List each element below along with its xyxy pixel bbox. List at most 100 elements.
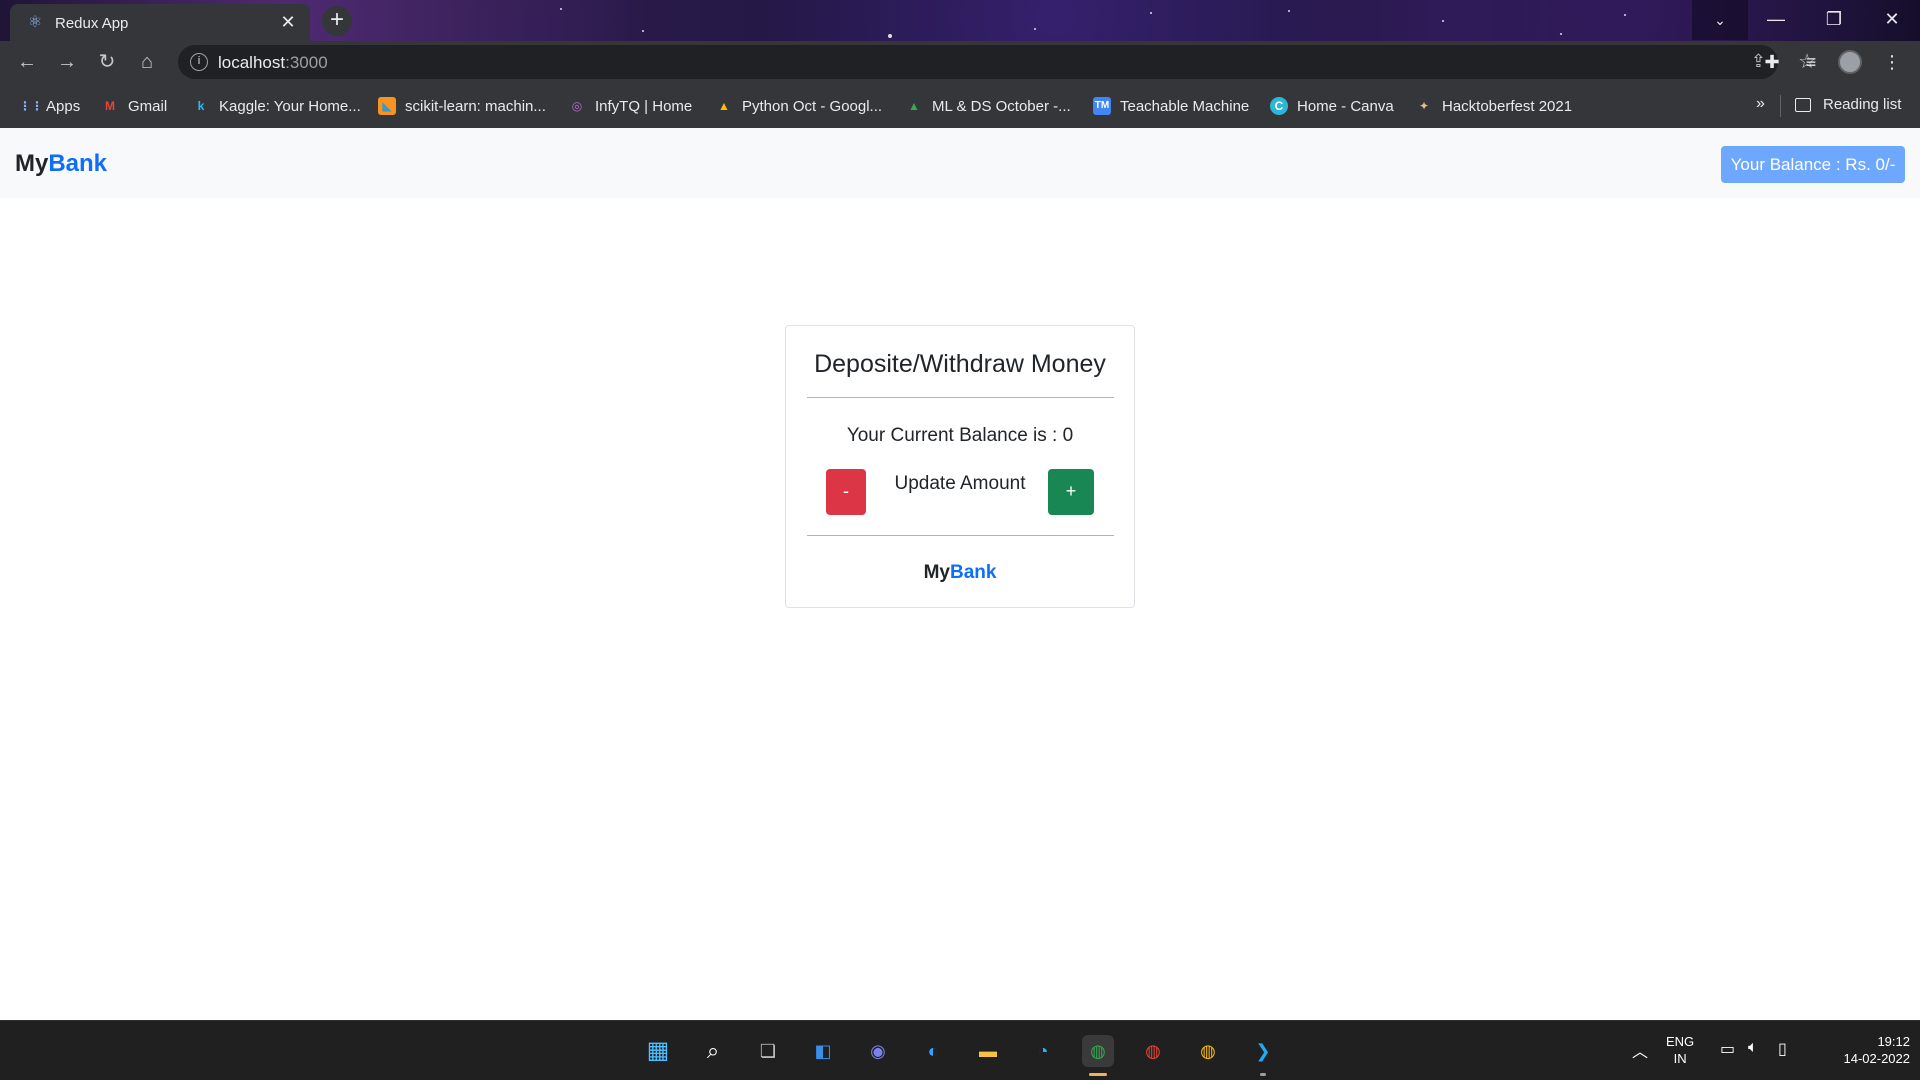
update-amount-label: Update Amount [894, 473, 1026, 494]
bookmark-label: InfyTQ | Home [595, 97, 693, 115]
teachable-machine-icon: TM [1093, 97, 1111, 115]
browser-tab-strip: ⚛ Redux App ✕ + ⌄ — ❐ ✕ [0, 0, 1920, 41]
app-icon[interactable]: ◐ [917, 1035, 949, 1067]
google-drive-icon: ▲ [908, 99, 920, 113]
gmail-icon: M [105, 99, 115, 113]
battery-icon[interactable]: ▯ [1778, 1039, 1787, 1059]
background-star [1442, 20, 1444, 22]
bookmark-label: Python Oct - Googl... [742, 97, 883, 115]
widgets-icon[interactable]: ◧ [807, 1035, 839, 1067]
chat-icon[interactable]: ◉ [862, 1035, 894, 1067]
bookmark-label: ML & DS October -... [932, 97, 1071, 115]
back-button[interactable]: ← [14, 49, 40, 75]
profile-avatar-icon[interactable] [1838, 50, 1862, 74]
bookmark-label: scikit-learn: machin... [405, 97, 546, 115]
card-title: Deposite/Withdraw Money [814, 350, 1106, 378]
active-app-indicator [1089, 1073, 1107, 1076]
browser-tab-active[interactable]: ⚛ Redux App ✕ [10, 4, 310, 41]
windows-taskbar: ▦ ⌕ ❏ ◧ ◉ ◐ ▬ ◔ ◍ ◍ ◍ ❯ ︿ ENG IN ▭ 🔈︎ ▯ 1… [0, 1020, 1920, 1080]
withdraw-button[interactable]: - [826, 469, 866, 515]
extensions-puzzle-icon[interactable]: ✚ [1760, 50, 1784, 74]
browser-toolbar: ← → ↻ ⌂ i localhost:3000 ⇪ ☆ ✚ ≡ ⋮ [0, 41, 1920, 83]
deposit-button[interactable]: + [1048, 469, 1094, 515]
bookmarks-bar: ⋮⋮ Apps M Gmail k Kaggle: Your Home... ◣… [0, 83, 1920, 128]
bookmark-label: Home - Canva [1297, 97, 1394, 115]
bookmarks-overflow-button[interactable]: » [1756, 95, 1765, 113]
media-queue-icon[interactable]: ≡ [1799, 50, 1823, 74]
bookmark-label: Kaggle: Your Home... [219, 97, 361, 115]
bookmark-scikit-learn[interactable]: ◣ scikit-learn: machin... [378, 96, 546, 116]
app-navbar: MyBank Your Balance : Rs. 0/- [0, 128, 1920, 198]
bookmark-infytq[interactable]: ◎ InfyTQ | Home [568, 96, 693, 116]
url-text[interactable]: localhost:3000 [218, 53, 328, 73]
bookmark-label: Gmail [128, 97, 168, 115]
background-star [1288, 10, 1290, 12]
background-star [888, 34, 892, 38]
background-star [1034, 28, 1036, 30]
tab-search-button[interactable]: ⌄ [1692, 0, 1748, 40]
card-divider [807, 535, 1114, 536]
react-icon: ⚛ [27, 14, 43, 31]
bookmark-teachable-machine[interactable]: TM Teachable Machine [1093, 96, 1249, 116]
background-star [1560, 33, 1562, 35]
infytq-icon: ◎ [571, 99, 583, 113]
reload-button[interactable]: ↻ [94, 49, 120, 75]
reading-list-label: Reading list [1823, 96, 1902, 113]
bookmark-label: Hacktoberfest 2021 [1442, 97, 1573, 115]
chrome-profile-icon[interactable]: ◍ [1137, 1035, 1169, 1067]
system-clock[interactable]: 19:12 14-02-2022 [1810, 1033, 1911, 1067]
bookmark-python-oct[interactable]: ▲ Python Oct - Googl... [715, 96, 882, 116]
language-indicator[interactable]: ENG IN [1666, 1033, 1694, 1067]
volume-icon[interactable]: 🔈︎ [1748, 1039, 1758, 1057]
restore-button[interactable]: ❐ [1806, 0, 1862, 40]
site-info-icon[interactable]: i [190, 53, 208, 71]
task-view-icon[interactable]: ❏ [752, 1035, 784, 1067]
vscode-icon[interactable]: ❯ [1247, 1035, 1279, 1067]
bookmarks-divider [1780, 95, 1781, 117]
bookmark-kaggle[interactable]: k Kaggle: Your Home... [192, 96, 361, 116]
bookmark-label: Apps [46, 97, 81, 115]
bookmark-ml-ds-october[interactable]: ▲ ML & DS October -... [905, 96, 1071, 116]
bookmark-canva[interactable]: C Home - Canva [1270, 96, 1394, 116]
google-drive-icon: ▲ [718, 99, 730, 113]
close-tab-icon[interactable]: ✕ [278, 12, 298, 32]
home-button[interactable]: ⌂ [134, 49, 160, 75]
more-menu-icon[interactable]: ⋮ [1880, 50, 1904, 74]
card-divider [807, 397, 1114, 398]
forward-button[interactable]: → [54, 49, 80, 75]
close-window-button[interactable]: ✕ [1864, 0, 1920, 40]
navbar-brand[interactable]: MyBank [15, 150, 107, 178]
card-footer-brand: MyBank [923, 562, 997, 583]
background-star [560, 8, 562, 10]
background-star [1624, 14, 1626, 16]
running-app-indicator [1260, 1073, 1266, 1076]
edge-browser-icon[interactable]: ◔ [1027, 1035, 1059, 1067]
bookmark-apps[interactable]: ⋮⋮ Apps [19, 96, 80, 116]
background-star [1150, 12, 1152, 14]
canva-icon: C [1270, 97, 1288, 115]
network-icon[interactable]: ▭ [1720, 1039, 1735, 1059]
new-tab-button[interactable]: + [322, 6, 352, 36]
kaggle-icon: k [197, 99, 205, 113]
hacktoberfest-icon: ✦ [1418, 99, 1430, 113]
bookmark-gmail[interactable]: M Gmail [101, 96, 167, 116]
chrome-profile-icon[interactable]: ◍ [1192, 1035, 1224, 1067]
bookmark-label: Teachable Machine [1120, 97, 1250, 115]
current-balance-text: Your Current Balance is : 0 [846, 425, 1074, 446]
balance-button[interactable]: Your Balance : Rs. 0/- [1721, 146, 1905, 183]
file-explorer-icon[interactable]: ▬ [972, 1035, 1004, 1067]
reading-list-icon [1795, 97, 1811, 112]
chrome-icon[interactable]: ◍ [1082, 1035, 1114, 1067]
tab-title: Redux App [55, 15, 129, 32]
scikit-learn-icon: ◣ [378, 97, 396, 115]
background-star [642, 30, 644, 32]
bookmark-hacktoberfest[interactable]: ✦ Hacktoberfest 2021 [1415, 96, 1572, 116]
search-icon[interactable]: ⌕ [697, 1035, 729, 1067]
reading-list-button[interactable]: Reading list [1795, 96, 1901, 113]
deposit-withdraw-card: Deposite/Withdraw Money Your Current Bal… [785, 325, 1135, 608]
tray-overflow-icon[interactable]: ︿ [1632, 1038, 1648, 1062]
apps-grid-icon: ⋮⋮ [19, 99, 43, 113]
minimize-button[interactable]: — [1748, 0, 1804, 40]
windows-start-icon[interactable]: ▦ [642, 1035, 674, 1067]
address-bar[interactable]: i localhost:3000 ⇪ ☆ [178, 45, 1816, 79]
